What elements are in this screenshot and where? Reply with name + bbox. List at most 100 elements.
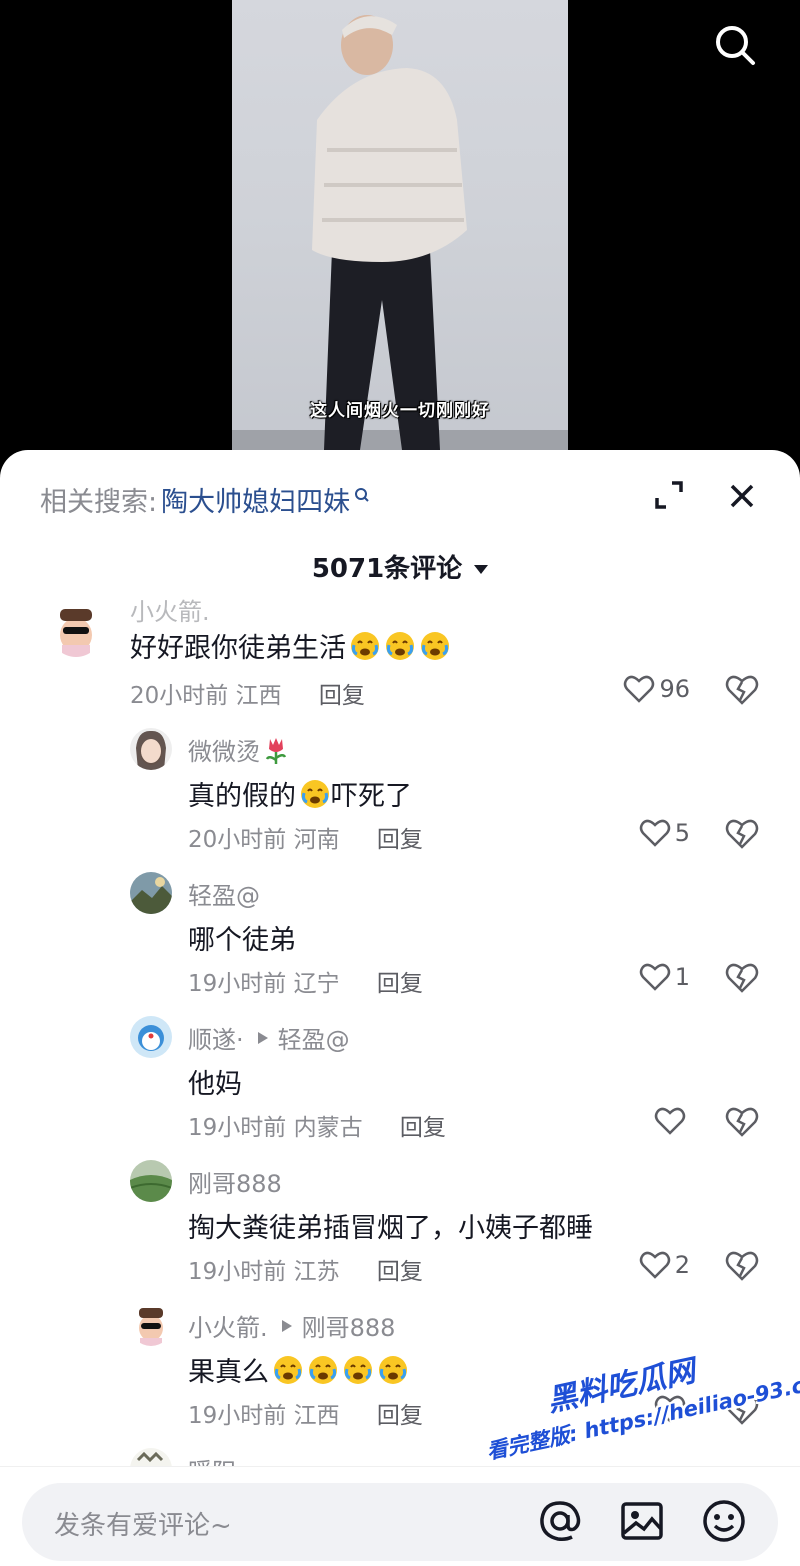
broken-heart-icon[interactable] xyxy=(724,1250,760,1282)
comment-text: 好好跟你徒弟生活 xyxy=(130,626,451,665)
comment-time: 20小时前 xyxy=(130,683,229,709)
avatar[interactable] xyxy=(50,605,102,657)
like-button[interactable] xyxy=(654,1106,690,1136)
comment-username[interactable]: 小火箭. xyxy=(130,592,210,627)
comment-meta: 19小时前 内蒙古 回复 xyxy=(188,1108,446,1142)
comment-time: 19小时前 xyxy=(188,1259,287,1285)
related-search-label: 相关搜索: xyxy=(40,487,158,518)
comment-time: 19小时前 xyxy=(188,971,287,997)
comment-text-content: 好好跟你徒弟生活 xyxy=(130,633,346,664)
reply-arrow-icon xyxy=(257,1031,268,1044)
broken-heart-icon[interactable] xyxy=(724,962,760,994)
comment-meta: 19小时前 辽宁 回复 xyxy=(188,964,423,998)
comment-location: 江苏 xyxy=(293,1259,340,1285)
broken-heart-icon[interactable] xyxy=(724,818,760,850)
search-icon[interactable] xyxy=(712,22,758,68)
broken-heart-icon[interactable] xyxy=(724,1394,760,1426)
reply-button[interactable]: 回复 xyxy=(319,683,365,709)
comment-location: 江西 xyxy=(235,683,282,709)
heart-icon xyxy=(654,1395,686,1423)
close-icon[interactable] xyxy=(724,478,760,514)
like-count: 1 xyxy=(674,963,690,991)
like-count: 5 xyxy=(674,819,690,847)
avatar[interactable] xyxy=(130,1160,172,1202)
comment-username[interactable]: 微微烫 xyxy=(188,732,290,767)
reply-button[interactable]: 回复 xyxy=(377,1403,423,1429)
related-search[interactable]: 相关搜索: 陶大帅媳妇四妹 xyxy=(40,480,370,519)
comment-input-placeholder: 发条有爱评论~ xyxy=(54,1511,232,1541)
reply-button[interactable]: 回复 xyxy=(377,971,423,997)
comment-location: 内蒙古 xyxy=(293,1115,363,1141)
comment-location: 河南 xyxy=(293,827,340,853)
comment-username[interactable]: 刚哥888 xyxy=(188,1164,282,1199)
broken-heart-icon[interactable] xyxy=(724,1106,760,1138)
heart-icon xyxy=(654,1107,686,1135)
like-button[interactable]: 96 xyxy=(623,674,690,704)
heart-icon xyxy=(624,675,655,703)
broken-heart-icon[interactable] xyxy=(724,674,760,706)
comment-text-content: 真的假的 xyxy=(188,781,296,812)
reply-button[interactable]: 回复 xyxy=(377,827,423,853)
comment-panel: 相关搜索: 陶大帅媳妇四妹 5071条评论 小火箭. 好好跟你徒弟生活 20小时… xyxy=(0,450,800,1566)
comment-input-bar: 发条有爱评论~ xyxy=(0,1466,800,1566)
comment-text: 掏大粪徒弟插冒烟了，小姨子都睡 xyxy=(188,1213,593,1244)
crying-emoji-icon xyxy=(342,1354,374,1386)
comment-count-toggle[interactable]: 5071条评论 xyxy=(0,548,800,585)
heart-icon xyxy=(639,1251,670,1279)
comment-text-content: 吓死了 xyxy=(331,781,412,812)
video-subtitle: 这人间烟火一切刚刚好 xyxy=(310,401,490,421)
caret-down-icon xyxy=(474,565,489,574)
username-text: 微微烫 xyxy=(188,738,260,766)
like-button[interactable]: 1 xyxy=(639,962,690,992)
like-count: 96 xyxy=(659,675,690,703)
comment-text: 果真么 xyxy=(188,1350,409,1389)
comment-username[interactable]: 顺遂· 轻盈@ xyxy=(188,1020,350,1055)
username-text: 小火箭. xyxy=(188,1314,268,1342)
emoji-icon[interactable] xyxy=(700,1497,748,1545)
avatar[interactable] xyxy=(130,728,172,770)
reply-button[interactable]: 回复 xyxy=(400,1115,446,1141)
comment-location: 江西 xyxy=(293,1403,340,1429)
heart-icon xyxy=(639,819,670,847)
like-button[interactable] xyxy=(654,1394,690,1424)
crying-emoji-icon xyxy=(419,630,451,662)
crying-emoji-icon xyxy=(299,778,331,810)
comment-username[interactable]: 轻盈@ xyxy=(188,876,260,911)
like-button[interactable]: 2 xyxy=(639,1250,690,1280)
comment-location: 辽宁 xyxy=(293,971,340,997)
comment-meta: 19小时前 江西 回复 xyxy=(188,1396,423,1430)
video-player[interactable]: 这人间烟火一切刚刚好 xyxy=(0,0,800,470)
tulip-emoji-icon xyxy=(262,735,290,765)
video-frame[interactable]: 这人间烟火一切刚刚好 xyxy=(232,0,568,470)
reply-to-username[interactable]: 轻盈@ xyxy=(278,1020,350,1055)
crying-emoji-icon xyxy=(307,1354,339,1386)
username-text: 顺遂· xyxy=(188,1026,244,1054)
mention-icon[interactable] xyxy=(536,1497,584,1545)
comment-time: 20小时前 xyxy=(188,827,287,853)
comment-meta: 20小时前 河南 回复 xyxy=(188,820,423,854)
reply-button[interactable]: 回复 xyxy=(377,1259,423,1285)
reply-arrow-icon xyxy=(281,1319,292,1332)
comment-meta: 19小时前 江苏 回复 xyxy=(188,1252,423,1286)
crying-emoji-icon xyxy=(377,1354,409,1386)
image-icon[interactable] xyxy=(618,1497,666,1545)
comment-text: 真的假的 吓死了 xyxy=(188,774,412,813)
comment-time: 19小时前 xyxy=(188,1115,287,1141)
related-search-term[interactable]: 陶大帅媳妇四妹 xyxy=(161,480,350,519)
comment-input[interactable]: 发条有爱评论~ xyxy=(22,1483,778,1561)
avatar[interactable] xyxy=(130,1016,172,1058)
avatar[interactable] xyxy=(130,1304,172,1346)
comment-text-content: 果真么 xyxy=(188,1357,269,1388)
crying-emoji-icon xyxy=(349,630,381,662)
avatar[interactable] xyxy=(130,872,172,914)
comment-count: 5071条评论 xyxy=(311,554,463,584)
expand-icon[interactable] xyxy=(652,478,686,512)
comment-username[interactable]: 小火箭. 刚哥888 xyxy=(188,1308,395,1343)
comment-time: 19小时前 xyxy=(188,1403,287,1429)
reply-to-username[interactable]: 刚哥888 xyxy=(302,1308,396,1343)
like-button[interactable]: 5 xyxy=(639,818,690,848)
comment-text: 他妈 xyxy=(188,1069,242,1100)
comment-meta: 20小时前 江西 回复 xyxy=(130,676,365,710)
heart-icon xyxy=(639,963,670,991)
crying-emoji-icon xyxy=(272,1354,304,1386)
